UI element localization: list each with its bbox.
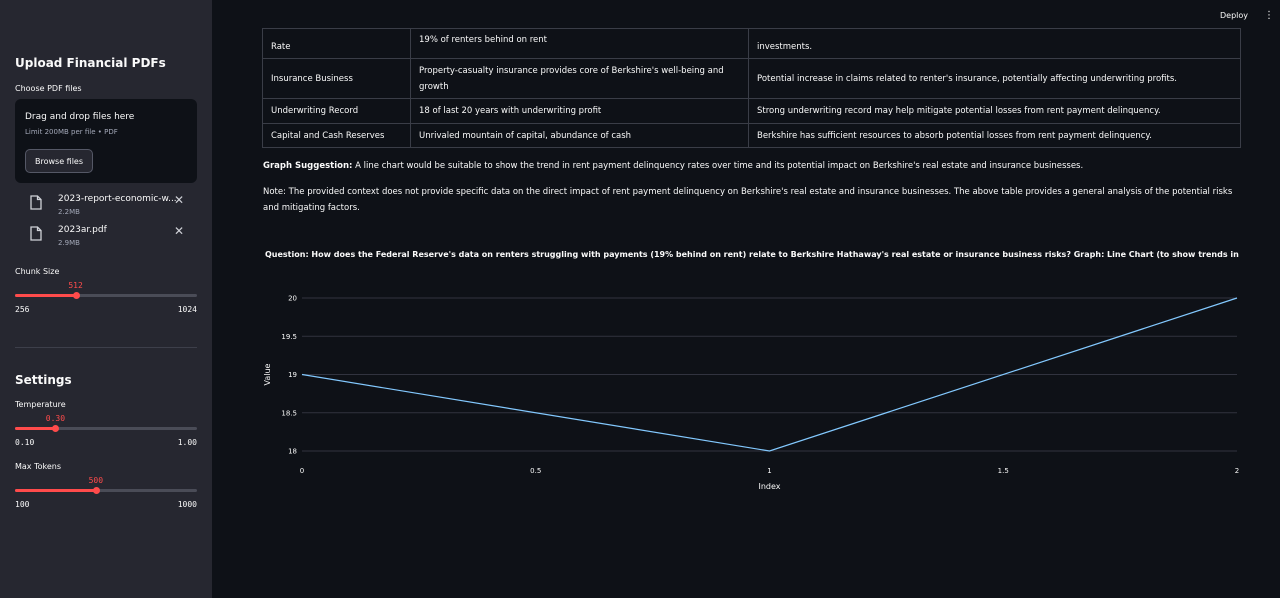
slider-value: 0.30 [45, 414, 66, 423]
file-size: 2.9MB [58, 239, 80, 247]
dropzone-text: Drag and drop files here [25, 112, 135, 122]
x-tick-label: 0.5 [530, 467, 541, 475]
slider-thumb[interactable] [52, 425, 60, 432]
sidebar: Upload Financial PDFs Choose PDF files D… [0, 0, 212, 598]
file-size: 2.2MB [58, 208, 80, 216]
table-cell: Capital and Cash Reserves [262, 123, 411, 148]
line-chart: 18 18.5 19 19.5 20 0 0.5 1 1.5 2 Index Value [263, 295, 1239, 492]
y-axis-label: Value [263, 363, 272, 385]
settings-title: Settings [15, 373, 72, 387]
temperature-label: Temperature [15, 400, 66, 409]
sidebar-title: Upload Financial PDFs [15, 56, 166, 70]
file-icon [30, 226, 42, 241]
graph-suggestion-label: Graph Suggestion: [263, 161, 353, 171]
slider-thumb[interactable] [92, 487, 100, 494]
slider-value: 500 [88, 476, 104, 485]
slider-fill [15, 294, 76, 297]
slider-min: 100 [15, 500, 30, 509]
file-icon [30, 195, 42, 210]
x-tick-label: 0 [300, 467, 304, 475]
file-name: 2023ar.pdf [58, 225, 107, 235]
chunk-size-label: Chunk Size [15, 267, 60, 276]
y-tick-label: 18.5 [281, 409, 297, 417]
uploader-label: Choose PDF files [15, 84, 82, 93]
table-cell: investments. [748, 28, 1241, 59]
max-tokens-label: Max Tokens [15, 462, 62, 471]
remove-file-icon[interactable]: ✕ [174, 193, 184, 207]
slider-min: 256 [15, 305, 30, 314]
x-tick-label: 1 [767, 467, 771, 475]
y-tick-label: 19 [288, 371, 297, 379]
table-row: Insurance Business Property-casualty ins… [262, 58, 1241, 99]
slider-fill [15, 427, 56, 430]
chart-title: Question: How does the Federal Reserve's… [265, 250, 1240, 259]
table-cell: Potential increase in claims related to … [748, 58, 1241, 99]
file-name: 2023-report-economic-w... [58, 194, 177, 204]
x-tick-label: 2 [1235, 467, 1239, 475]
graph-suggestion: Graph Suggestion: A line chart would be … [263, 158, 1238, 174]
table-row: Underwriting Record 18 of last 20 years … [262, 98, 1241, 124]
note-text: Note: The provided context does not prov… [263, 187, 1233, 213]
file-dropzone[interactable]: Drag and drop files here Limit 200MB per… [15, 99, 197, 183]
browse-files-button[interactable]: Browse files [25, 149, 93, 173]
x-tick-label: 1.5 [998, 467, 1009, 475]
graph-suggestion-text: A line chart would be suitable to show t… [352, 161, 1084, 171]
table-cell: Property-casualty insurance provides cor… [410, 58, 749, 99]
slider-value: 512 [68, 281, 83, 290]
chunk-size-slider[interactable]: 512 256 1024 [15, 281, 197, 322]
analysis-table: Rate 19% of renters behind on rent inves… [262, 28, 1241, 148]
slider-max: 1.00 [177, 438, 197, 447]
table-cell: 19% of renters behind on rent [410, 28, 749, 59]
uploaded-file: 2023-report-economic-w... 2.2MB ✕ [28, 193, 198, 221]
table-row: Rate 19% of renters behind on rent inves… [262, 28, 1241, 59]
slider-thumb[interactable] [72, 292, 80, 299]
deploy-button[interactable]: Deploy [1220, 11, 1248, 20]
slider-min: 0.10 [15, 438, 35, 447]
table-cell: Underwriting Record [262, 98, 411, 124]
slider-max: 1024 [177, 305, 197, 314]
slider-max: 1000 [177, 500, 197, 509]
sidebar-divider [15, 347, 197, 348]
remove-file-icon[interactable]: ✕ [174, 224, 184, 238]
table-cell: Rate [262, 28, 411, 59]
dropzone-limit: Limit 200MB per file • PDF [25, 128, 118, 136]
uploaded-file: 2023ar.pdf 2.9MB ✕ [28, 224, 198, 252]
temperature-slider[interactable]: 0.30 0.10 1.00 [15, 414, 197, 455]
table-cell: Strong underwriting record may help miti… [748, 98, 1241, 124]
table-cell: Berkshire has sufficient resources to ab… [748, 123, 1241, 148]
table-row: Capital and Cash Reserves Unrivaled moun… [262, 123, 1241, 148]
y-tick-label: 18 [288, 448, 297, 456]
slider-fill [15, 489, 96, 492]
y-tick-label: 20 [288, 295, 297, 303]
table-cell: Unrivaled mountain of capital, abundance… [410, 123, 749, 148]
table-cell: Insurance Business [262, 58, 411, 99]
max-tokens-slider[interactable]: 500 100 1000 [15, 476, 197, 517]
x-axis-label: Index [758, 482, 780, 491]
y-tick-label: 19.5 [281, 333, 297, 341]
kebab-menu-icon[interactable]: ⋮ [1264, 10, 1274, 21]
table-cell: 18 of last 20 years with underwriting pr… [410, 98, 749, 124]
